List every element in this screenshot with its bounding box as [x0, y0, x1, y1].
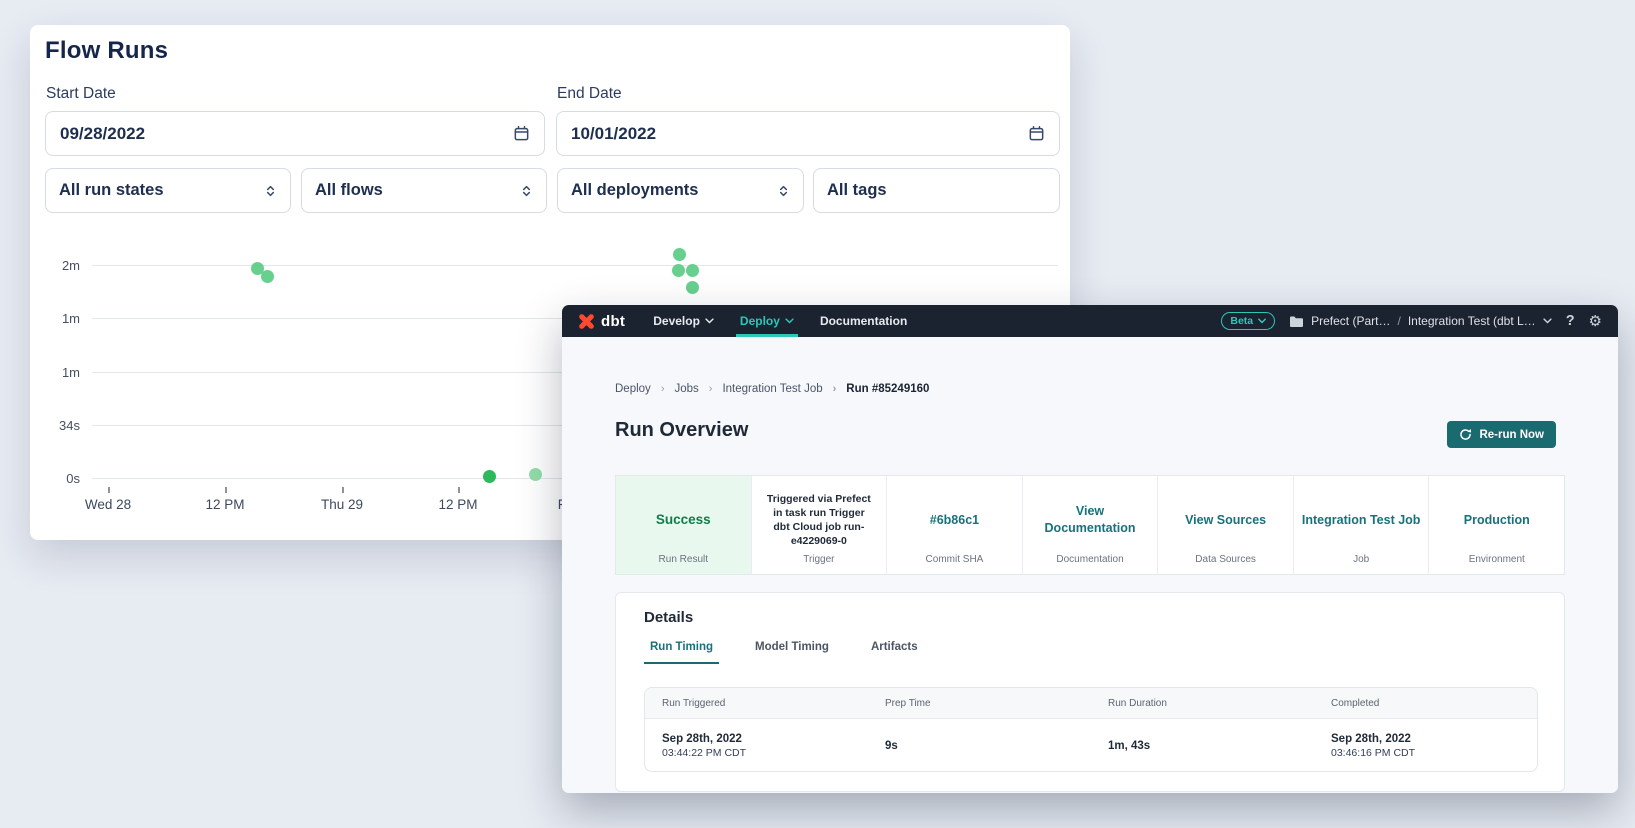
breadcrumb-jobs[interactable]: Jobs [651, 383, 699, 395]
view-sources-link[interactable]: View Sources [1166, 486, 1285, 554]
help-icon[interactable]: ? [1566, 313, 1575, 329]
run-triggered-cell: Sep 28th, 2022 03:44:22 PM CDT [645, 719, 868, 772]
x-tick [342, 487, 344, 493]
x-tick [108, 487, 110, 493]
run-states-select[interactable]: All run states [45, 168, 291, 213]
x-tick [458, 487, 460, 493]
gear-icon[interactable]: ⚙ [1589, 314, 1602, 329]
flows-value: All flows [315, 181, 383, 200]
chevron-down-icon [1543, 318, 1552, 324]
documentation-card: View Documentation Documentation [1023, 476, 1159, 574]
start-date-value: 09/28/2022 [60, 124, 145, 144]
flow-run-point[interactable] [686, 281, 699, 294]
breadcrumb-run: Run #85249160 [823, 383, 930, 395]
environment-card: Production Environment [1429, 476, 1564, 574]
tab-artifacts[interactable]: Artifacts [865, 641, 924, 664]
breadcrumb: Deploy Jobs Integration Test Job Run #85… [615, 383, 929, 395]
chevron-down-icon [785, 318, 794, 324]
calendar-icon[interactable] [513, 125, 530, 142]
beta-badge[interactable]: Beta [1221, 312, 1275, 330]
x-tick [225, 487, 227, 493]
account-separator: / [1397, 314, 1400, 328]
commit-sha-card: #6b86c1 Commit SHA [887, 476, 1023, 574]
end-date-label: End Date [557, 85, 622, 103]
run-timing-table: Run Triggered Prep Time Run Duration Com… [644, 687, 1538, 772]
breadcrumb-deploy[interactable]: Deploy [615, 383, 651, 395]
table-row: Sep 28th, 2022 03:44:22 PM CDT 9s 1m, 43… [645, 719, 1537, 772]
details-title: Details [644, 609, 693, 626]
run-result-value: Success [624, 486, 743, 554]
prep-time-cell: 9s [868, 719, 1091, 772]
y-tick-label: 34s [30, 418, 80, 433]
chevron-updown-icon [520, 183, 533, 199]
completed-cell: Sep 28th, 2022 03:46:16 PM CDT [1314, 719, 1537, 772]
flow-run-point[interactable] [672, 264, 685, 277]
end-date-input[interactable]: 10/01/2022 [556, 111, 1060, 156]
job-link[interactable]: Integration Test Job [1302, 486, 1421, 554]
brand-name: dbt [601, 313, 625, 330]
environment-link[interactable]: Production [1437, 486, 1556, 554]
x-tick-label: Thu 29 [297, 497, 387, 512]
folder-icon [1289, 315, 1304, 328]
nav-item-develop[interactable]: Develop [653, 305, 714, 337]
details-panel: Details Run Timing Model Timing Artifact… [615, 592, 1565, 792]
data-sources-card: View Sources Data Sources [1158, 476, 1294, 574]
breadcrumb-job[interactable]: Integration Test Job [699, 383, 823, 395]
tags-select[interactable]: All tags [813, 168, 1060, 213]
dbt-cloud-window: dbt Develop Deploy Documentation Beta [562, 305, 1618, 793]
run-overview-title: Run Overview [615, 419, 748, 442]
refresh-icon [1459, 428, 1472, 441]
flow-run-point[interactable] [673, 248, 686, 261]
deployments-select[interactable]: All deployments [557, 168, 804, 213]
tab-model-timing[interactable]: Model Timing [749, 641, 835, 664]
dbt-logo-icon [578, 313, 595, 330]
y-tick-label: 1m [30, 311, 80, 326]
account-name: Prefect (Part… [1311, 314, 1390, 328]
y-tick-label: 2m [30, 258, 80, 273]
flow-run-point[interactable] [483, 470, 496, 483]
x-tick-label: 12 PM [180, 497, 270, 512]
start-date-label: Start Date [46, 85, 116, 103]
dbt-top-navbar: dbt Develop Deploy Documentation Beta [562, 305, 1618, 337]
chevron-down-icon [1258, 318, 1266, 324]
flows-select[interactable]: All flows [301, 168, 547, 213]
run-states-value: All run states [59, 181, 164, 200]
dbt-logo[interactable]: dbt [578, 313, 625, 330]
flow-run-point[interactable] [261, 270, 274, 283]
nav-item-deploy[interactable]: Deploy [740, 305, 794, 337]
x-tick-label: Wed 28 [63, 497, 153, 512]
run-result-card: Success Run Result [616, 476, 752, 574]
run-duration-cell: 1m, 43s [1091, 719, 1314, 772]
project-name: Integration Test (dbt L… [1408, 314, 1536, 328]
trigger-card: Triggered via Prefect in task run Trigge… [752, 476, 888, 574]
dbt-content: Deploy Jobs Integration Test Job Run #85… [562, 337, 1618, 793]
calendar-icon[interactable] [1028, 125, 1045, 142]
job-card: Integration Test Job Job [1294, 476, 1430, 574]
nav-item-documentation[interactable]: Documentation [820, 305, 907, 337]
deployments-value: All deployments [571, 181, 698, 200]
account-project-switcher[interactable]: Prefect (Part… / Integration Test (dbt L… [1289, 314, 1552, 328]
x-tick-label: 12 PM [413, 497, 503, 512]
view-documentation-link[interactable]: View Documentation [1031, 486, 1150, 554]
end-date-value: 10/01/2022 [571, 124, 656, 144]
flow-run-point[interactable] [686, 264, 699, 277]
start-date-input[interactable]: 09/28/2022 [45, 111, 545, 156]
rerun-now-button[interactable]: Re-run Now [1447, 421, 1556, 448]
y-tick-label: 0s [30, 471, 80, 486]
commit-sha-link[interactable]: #6b86c1 [895, 486, 1014, 554]
y-tick-label: 1m [30, 365, 80, 380]
trigger-value: Triggered via Prefect in task run Trigge… [760, 486, 879, 554]
chevron-down-icon [705, 318, 714, 324]
chevron-updown-icon [264, 183, 277, 199]
flow-run-point[interactable] [529, 468, 542, 481]
run-summary-cards: Success Run Result Triggered via Prefect… [615, 475, 1565, 575]
gridline [92, 265, 1058, 266]
desktop: Flow Runs Start Date End Date 09/28/2022… [0, 0, 1635, 828]
chevron-updown-icon [777, 183, 790, 199]
page-title: Flow Runs [45, 37, 168, 65]
tags-value: All tags [827, 181, 887, 200]
tab-run-timing[interactable]: Run Timing [644, 641, 719, 664]
details-tabs: Run Timing Model Timing Artifacts [644, 641, 924, 664]
table-header-row: Run Triggered Prep Time Run Duration Com… [645, 688, 1537, 719]
